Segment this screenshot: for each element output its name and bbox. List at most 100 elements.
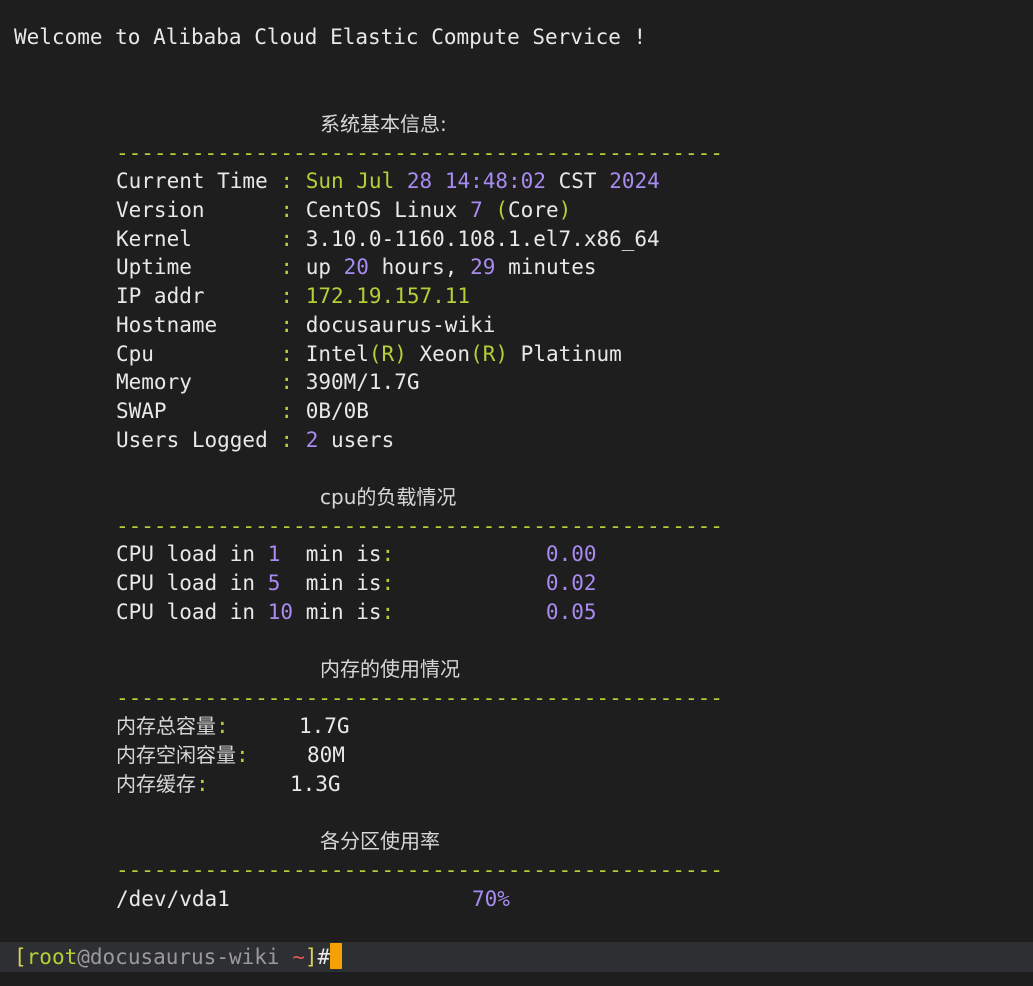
hostname-value: docusaurus-wiki (305, 313, 496, 337)
time-zone: CST (558, 169, 597, 193)
welcome-message: Welcome to Alibaba Cloud Elastic Compute… (14, 25, 647, 49)
version-paren-open: ( (495, 198, 509, 222)
cpu-tier: Platinum (520, 342, 622, 366)
cpu-load-prefix: CPU load in (116, 542, 256, 566)
uptime-hours-word: hours, (381, 255, 458, 279)
cpu-family: Xeon (419, 342, 471, 366)
cpu-load-row: CPU load in 5 min is: 0.02 (116, 569, 597, 597)
info-row-uptime: Uptime : up 20 hours, 29 minutes (116, 253, 597, 281)
uptime-minutes: 29 (470, 255, 496, 279)
cpu-brand: Intel (305, 342, 369, 366)
info-row-cpu: Cpu : Intel(R) Xeon(R) Platinum (116, 340, 622, 368)
cpu-load-value: 0.02 (545, 571, 597, 595)
command-prompt[interactable]: [root@docusaurus-wiki ~]# (14, 943, 343, 971)
uptime-up: up (305, 255, 331, 279)
cpu-load-suffix: min is (305, 571, 382, 595)
time-month: Jul (356, 169, 395, 193)
disk-row: /dev/vda1 70% (116, 885, 510, 913)
memory-value: 390M/1.7G (305, 370, 420, 394)
prompt-path: ~ (292, 945, 305, 969)
time-year: 2024 (609, 169, 660, 193)
memory-label: 内存缓存 (116, 772, 196, 796)
kernel-value: 3.10.0-1160.108.1.el7.x86_64 (305, 227, 660, 251)
section-title-cpu-load: cpu的负载情况 (320, 485, 457, 509)
section-title-disk: 各分区使用率 (320, 829, 440, 853)
ip-value: 172.19.157.11 (305, 284, 471, 308)
info-label: Current Time (116, 169, 268, 193)
cpu-load-value: 0.00 (545, 542, 597, 566)
cpu-load-prefix: CPU load in (116, 600, 256, 624)
memory-row: 内存空闲容量: 80M (116, 741, 345, 769)
info-label: Memory (116, 370, 192, 394)
section-title-memory: 内存的使用情况 (320, 657, 460, 681)
section-divider: ----------------------------------------… (116, 686, 723, 710)
cpu-load-suffix: min is (305, 542, 382, 566)
info-separator: : (280, 428, 294, 452)
cpu-load-colon: : (381, 571, 395, 595)
info-row-hostname: Hostname : docusaurus-wiki (116, 311, 495, 339)
time-date: 28 (406, 169, 433, 193)
time-day: Sun (305, 169, 344, 193)
section-divider: ----------------------------------------… (116, 141, 723, 165)
version-core: Core (508, 198, 559, 222)
memory-colon: : (196, 772, 209, 796)
memory-value: 1.3G (290, 772, 341, 796)
info-label: SWAP (116, 399, 167, 423)
info-label: Cpu (116, 342, 154, 366)
users-word: users (331, 428, 395, 452)
cpu-load-interval: 1 (267, 542, 281, 566)
info-row-users: Users Logged : 2 users (116, 426, 394, 454)
version-paren-close: ) (558, 198, 572, 222)
cpu-load-value: 0.05 (545, 600, 597, 624)
cpu-load-suffix: min is (305, 600, 382, 624)
disk-usage: 70% (472, 887, 510, 911)
info-row-kernel: Kernel : 3.10.0-1160.108.1.el7.x86_64 (116, 225, 660, 253)
swap-value: 0B/0B (305, 399, 369, 423)
info-row-swap: SWAP : 0B/0B (116, 397, 369, 425)
info-label: Users Logged (116, 428, 268, 452)
prompt-bracket-close: ] (304, 945, 318, 969)
info-separator: : (280, 255, 294, 279)
info-separator: : (280, 342, 294, 366)
info-label: Hostname (116, 313, 218, 337)
cpu-load-row: CPU load in 1 min is: 0.00 (116, 540, 597, 568)
memory-row: 内存缓存: 1.3G (116, 770, 341, 798)
section-divider: ----------------------------------------… (116, 514, 723, 538)
memory-label: 内存空闲容量 (116, 743, 236, 767)
version-number: 7 (470, 198, 483, 222)
memory-colon: : (216, 714, 229, 738)
prompt-host: docusaurus-wiki (89, 945, 280, 969)
cpu-registered-2: (R) (470, 342, 509, 366)
cpu-load-colon: : (381, 542, 395, 566)
cpu-load-interval: 10 (267, 600, 294, 624)
cpu-registered-1: (R) (368, 342, 407, 366)
info-separator: : (280, 227, 294, 251)
cpu-load-prefix: CPU load in (116, 571, 256, 595)
text-cursor[interactable] (330, 943, 343, 969)
memory-row: 内存总容量: 1.7G (116, 712, 350, 740)
cpu-load-interval: 5 (267, 571, 281, 595)
memory-value: 1.7G (299, 714, 350, 738)
info-separator: : (280, 399, 294, 423)
info-row-current-time: Current Time : Sun Jul 28 14:48:02 CST 2… (116, 167, 660, 195)
time-clock: 14:48:02 (444, 169, 546, 193)
info-label: Kernel (116, 227, 192, 251)
cpu-load-row: CPU load in 10 min is: 0.05 (116, 598, 597, 626)
info-row-ip: IP addr : 172.19.157.11 (116, 282, 470, 310)
info-separator: : (280, 313, 294, 337)
uptime-hours: 20 (343, 255, 369, 279)
uptime-minutes-word: minutes (508, 255, 597, 279)
info-separator: : (280, 284, 294, 308)
memory-colon: : (236, 743, 249, 767)
prompt-bracket-open: [ (14, 945, 27, 969)
cpu-load-colon: : (381, 600, 395, 624)
section-title-system-info: 系统基本信息: (320, 112, 447, 136)
prompt-at: @ (77, 945, 90, 969)
info-separator: : (280, 169, 294, 193)
info-separator: : (280, 370, 294, 394)
info-label: Version (116, 198, 205, 222)
info-label: Uptime (116, 255, 192, 279)
version-os: CentOS Linux (305, 198, 458, 222)
section-divider: ----------------------------------------… (116, 858, 723, 882)
prompt-symbol: # (317, 945, 331, 969)
